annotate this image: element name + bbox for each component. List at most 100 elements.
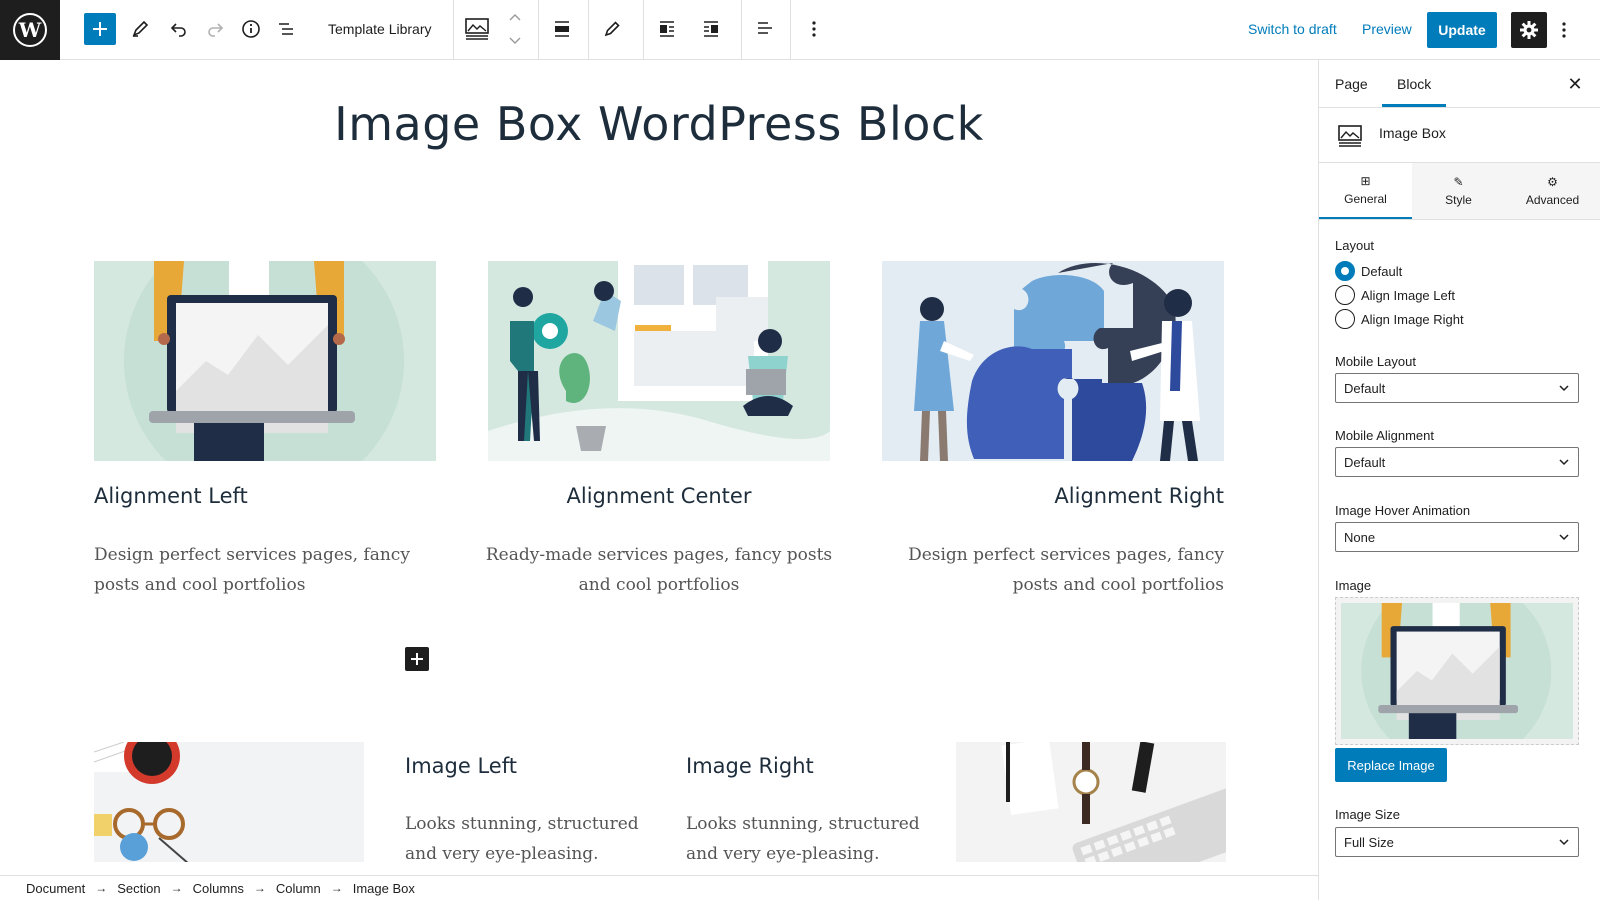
block-breadcrumb: Document → Section → Columns → Column → … — [0, 875, 1318, 900]
text-align-icon[interactable] — [748, 12, 782, 46]
inspector-sub-tabs: ⊞ General ✎ Style ⚙ Advanced — [1319, 163, 1600, 220]
description-line: Design perfect services pages, fancy — [908, 545, 1224, 565]
chevron-down-icon — [1559, 839, 1569, 846]
tab-general[interactable]: ⊞ General — [1319, 163, 1412, 219]
align-image-left-icon[interactable] — [650, 12, 684, 46]
mobile-layout-select[interactable]: Default — [1335, 373, 1579, 403]
undo-icon[interactable] — [162, 12, 196, 46]
inline-add-block-icon[interactable] — [405, 647, 429, 671]
select-value: Default — [1344, 454, 1386, 470]
list-view-icon[interactable] — [269, 12, 303, 46]
team-map-illustration-image[interactable] — [488, 261, 830, 461]
more-options-icon[interactable] — [1552, 12, 1576, 48]
tab-page[interactable]: Page — [1335, 76, 1368, 92]
select-value: Full Size — [1344, 834, 1394, 850]
puzzle-heads-illustration-image[interactable] — [882, 261, 1224, 461]
breadcrumb-item-section[interactable]: Section — [117, 881, 160, 896]
align-image-right-icon[interactable] — [694, 12, 728, 46]
redo-icon[interactable] — [198, 12, 232, 46]
box-title-alignment-center[interactable]: Alignment Center — [488, 484, 830, 508]
toolbar-divider — [538, 0, 539, 60]
tab-block[interactable]: Block — [1397, 76, 1431, 92]
replace-image-button[interactable]: Replace Image — [1335, 748, 1447, 782]
radio-checked-icon — [1335, 261, 1355, 281]
update-button[interactable]: Update — [1427, 12, 1497, 48]
breadcrumb-item-image-box[interactable]: Image Box — [353, 881, 415, 896]
image-hover-animation-select[interactable]: None — [1335, 522, 1579, 552]
page-title[interactable]: Image Box WordPress Block — [0, 97, 1318, 151]
sidebar-tabs: Page Block ✕ — [1319, 60, 1600, 108]
desk-glasses-photo-image[interactable] — [94, 742, 364, 862]
select-value: Default — [1344, 380, 1386, 396]
move-up-icon[interactable] — [498, 6, 532, 28]
move-down-icon[interactable] — [498, 30, 532, 52]
box-description-image-right[interactable]: Looks stunning, structured and very eye-… — [686, 809, 946, 869]
settings-gear-icon[interactable] — [1511, 12, 1547, 48]
custom-style-pen-icon[interactable] — [595, 12, 629, 46]
box-title-image-left[interactable]: Image Left — [405, 754, 517, 778]
add-block-icon[interactable] — [84, 13, 116, 45]
box-description-alignment-center[interactable]: Ready-made services pages, fancy posts a… — [478, 540, 840, 600]
description-line: and very eye-pleasing. — [405, 844, 599, 864]
tab-style[interactable]: ✎ Style — [1412, 163, 1505, 219]
chevron-down-icon — [1559, 534, 1569, 541]
radio-unchecked-icon — [1335, 285, 1355, 305]
image-size-select[interactable]: Full Size — [1335, 827, 1579, 857]
box-title-alignment-right[interactable]: Alignment Right — [882, 484, 1224, 508]
block-align-icon[interactable] — [545, 12, 579, 46]
radio-label: Default — [1361, 263, 1403, 279]
preview-link[interactable]: Preview — [1362, 21, 1412, 37]
desk-watch-keyboard-photo-image[interactable] — [956, 742, 1226, 862]
close-icon[interactable]: ✕ — [1563, 72, 1587, 96]
tab-general-label: General — [1344, 191, 1387, 206]
box-title-alignment-left[interactable]: Alignment Left — [94, 484, 248, 508]
breadcrumb-item-column[interactable]: Column — [276, 881, 321, 896]
general-icon: ⊞ — [1360, 173, 1371, 188]
block-options-icon[interactable] — [797, 12, 831, 46]
wordpress-logo-icon[interactable]: W — [0, 0, 60, 60]
layout-label: Layout — [1335, 238, 1375, 253]
image-box-block-icon — [1337, 124, 1363, 153]
info-icon[interactable] — [234, 12, 268, 46]
radio-label: Align Image Left — [1361, 287, 1455, 303]
template-library-button[interactable]: Template Library — [328, 21, 432, 37]
brush-icon: ✎ — [1453, 174, 1464, 189]
block-card: Image Box — [1319, 108, 1600, 163]
box-title-image-right[interactable]: Image Right — [686, 754, 814, 778]
switch-to-draft-link[interactable]: Switch to draft — [1248, 21, 1337, 37]
description-line: and very eye-pleasing. — [686, 844, 880, 864]
breadcrumb-item-document[interactable]: Document — [26, 881, 85, 896]
image-box-block-icon[interactable] — [460, 12, 494, 46]
box-description-alignment-right[interactable]: Design perfect services pages, fancy pos… — [864, 540, 1224, 600]
svg-text:W: W — [18, 18, 42, 42]
mobile-alignment-select[interactable]: Default — [1335, 447, 1579, 477]
edit-pencil-icon[interactable] — [123, 12, 157, 46]
image-preview[interactable] — [1335, 575, 1579, 767]
radio-layout-align-image-right[interactable]: Align Image Right — [1335, 309, 1464, 329]
arrow-right-icon: → — [95, 881, 108, 895]
tab-advanced[interactable]: ⚙ Advanced — [1505, 163, 1600, 219]
mobile-layout-label: Mobile Layout — [1335, 354, 1416, 369]
active-tab-indicator — [1382, 104, 1446, 107]
chevron-down-icon — [1559, 385, 1569, 392]
image-hover-animation-label: Image Hover Animation — [1335, 503, 1471, 518]
toolbar-divider — [588, 0, 589, 60]
radio-layout-default[interactable]: Default — [1335, 261, 1402, 281]
tab-advanced-label: Advanced — [1525, 192, 1580, 207]
radio-unchecked-icon — [1335, 309, 1355, 329]
toolbar-divider — [643, 0, 644, 60]
box-description-alignment-left[interactable]: Design perfect services pages, fancy pos… — [94, 540, 454, 600]
box-description-image-left[interactable]: Looks stunning, structured and very eye-… — [405, 809, 665, 869]
description-line: Design perfect services pages, fancy — [94, 545, 410, 565]
arrow-right-icon: → — [253, 881, 266, 895]
mobile-alignment-label: Mobile Alignment — [1335, 428, 1434, 443]
arrow-right-icon: → — [170, 881, 183, 895]
arrow-right-icon: → — [330, 881, 343, 895]
description-line: posts and cool portfolios — [1012, 575, 1224, 595]
image-size-label: Image Size — [1335, 807, 1401, 822]
laptop-illustration-image[interactable] — [94, 261, 436, 461]
description-line: Looks stunning, structured — [405, 814, 639, 834]
radio-layout-align-image-left[interactable]: Align Image Left — [1335, 285, 1455, 305]
breadcrumb-item-columns[interactable]: Columns — [193, 881, 244, 896]
settings-sidebar: Page Block ✕ Image Box ⊞ General ✎ Style… — [1318, 60, 1600, 900]
